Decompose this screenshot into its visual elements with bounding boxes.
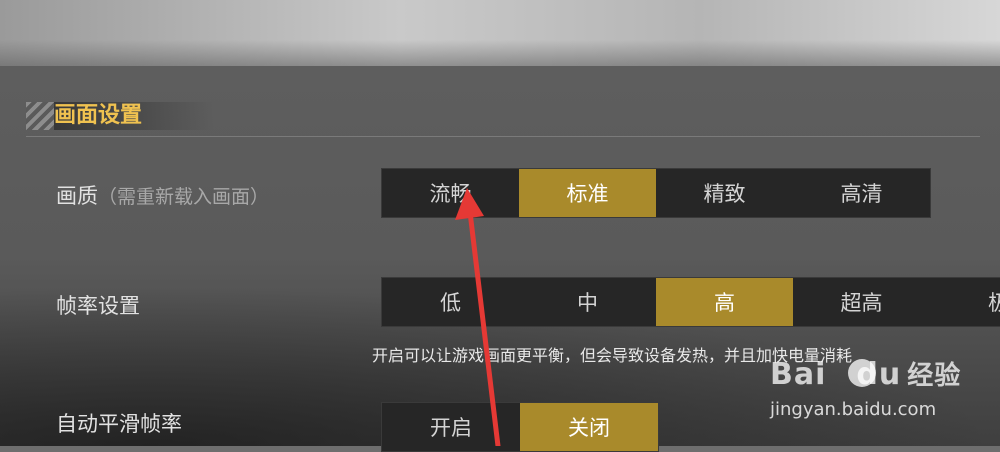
smooth-label: 自动平滑帧率	[56, 412, 182, 436]
quality-hint: （需重新载入画面）	[98, 186, 270, 208]
framerate-option-medium[interactable]: 中	[519, 278, 656, 326]
stripe-decoration	[26, 102, 54, 130]
section-title: 画面设置	[54, 103, 143, 128]
smooth-toggle: 开启 关闭	[381, 402, 659, 452]
smooth-option-on[interactable]: 开启	[382, 403, 520, 451]
quality-label: 画质（需重新载入画面）	[56, 180, 269, 210]
baidu-watermark: Bai du 经验 jingyan.baidu.com	[770, 355, 1000, 425]
background-scene	[0, 0, 1000, 70]
quality-selector: 流畅 标准 精致 高清	[381, 168, 931, 218]
framerate-option-high[interactable]: 高	[656, 278, 793, 326]
watermark-url: jingyan.baidu.com	[770, 399, 937, 420]
framerate-option-extreme[interactable]: 极	[930, 278, 1000, 326]
smooth-option-off[interactable]: 关闭	[520, 403, 658, 451]
framerate-selector: 低 中 高 超高 极	[381, 277, 1000, 327]
quality-option-smooth[interactable]: 流畅	[382, 169, 519, 217]
framerate-label: 帧率设置	[56, 294, 140, 318]
quality-option-fine[interactable]: 精致	[656, 169, 793, 217]
quality-option-standard[interactable]: 标准	[519, 169, 656, 217]
watermark-brand3: 经验	[907, 361, 962, 391]
framerate-option-ultra[interactable]: 超高	[793, 278, 930, 326]
quality-label-text: 画质	[56, 184, 98, 208]
framerate-option-low[interactable]: 低	[382, 278, 519, 326]
section-header: 画面设置	[26, 100, 980, 137]
paw-icon	[848, 359, 876, 387]
watermark-brand: Bai	[770, 357, 827, 392]
quality-option-hd[interactable]: 高清	[793, 169, 930, 217]
